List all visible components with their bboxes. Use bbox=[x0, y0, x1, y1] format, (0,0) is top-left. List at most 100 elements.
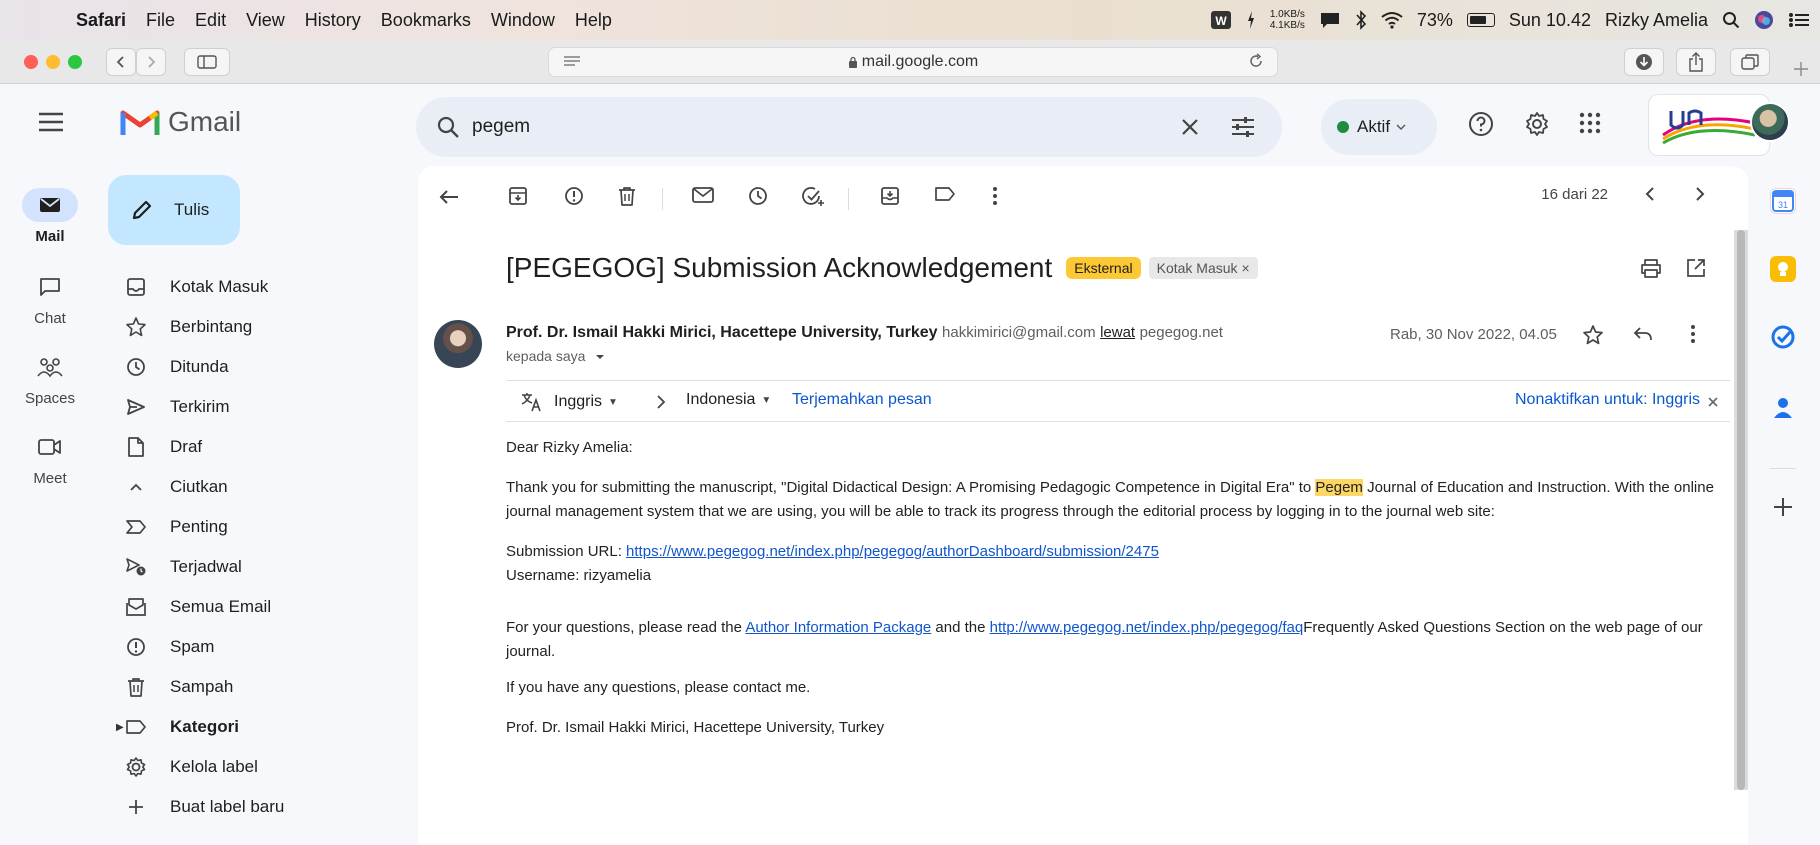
faq-link[interactable]: http://www.pegegog.net/index.php/pegegog… bbox=[990, 619, 1304, 636]
nav-all-mail[interactable]: Semua Email bbox=[124, 590, 271, 624]
calendar-app-icon[interactable]: 31 bbox=[1770, 188, 1796, 214]
menu-history[interactable]: History bbox=[305, 10, 361, 31]
rail-spaces[interactable]: Spaces bbox=[0, 350, 100, 407]
clear-search-icon[interactable] bbox=[1178, 115, 1202, 139]
sender-avatar[interactable] bbox=[434, 320, 482, 368]
window-minimize-button[interactable] bbox=[46, 55, 60, 69]
report-spam-icon[interactable] bbox=[564, 186, 584, 206]
get-addons-icon[interactable] bbox=[1770, 494, 1796, 520]
disable-translate-link[interactable]: Nonaktifkan untuk: Inggris bbox=[1515, 391, 1700, 409]
search-options-icon[interactable] bbox=[1230, 115, 1256, 139]
recipient-line[interactable]: kepada saya bbox=[506, 348, 605, 364]
user-avatar[interactable] bbox=[1750, 102, 1790, 142]
back-arrow-icon[interactable] bbox=[438, 186, 460, 208]
nav-trash[interactable]: Sampah bbox=[124, 670, 233, 704]
scrollbar[interactable] bbox=[1734, 230, 1748, 790]
nav-inbox[interactable]: Kotak Masuk bbox=[124, 270, 268, 304]
status-dropdown[interactable]: Aktif bbox=[1321, 99, 1437, 155]
rail-mail[interactable]: Mail bbox=[0, 188, 100, 245]
gmail-logo[interactable]: Gmail bbox=[120, 106, 241, 138]
open-new-window-icon[interactable] bbox=[1686, 258, 1706, 278]
move-to-icon[interactable] bbox=[880, 186, 900, 206]
newer-chevron-icon[interactable] bbox=[1642, 184, 1658, 204]
rail-meet[interactable]: Meet bbox=[0, 430, 100, 487]
menu-edit[interactable]: Edit bbox=[195, 10, 226, 31]
reader-view-icon[interactable] bbox=[563, 55, 581, 69]
menu-help[interactable]: Help bbox=[575, 10, 612, 31]
snooze-icon[interactable] bbox=[748, 186, 768, 206]
help-icon[interactable] bbox=[1468, 111, 1494, 137]
star-message-icon[interactable] bbox=[1582, 324, 1604, 346]
network-speed[interactable]: 1.0KB/s 4.1KB/s bbox=[1270, 9, 1305, 31]
control-center-icon[interactable] bbox=[1788, 12, 1810, 28]
apps-grid-icon[interactable] bbox=[1578, 111, 1602, 135]
share-button[interactable] bbox=[1676, 48, 1716, 76]
battery-icon[interactable] bbox=[1466, 13, 1495, 27]
submission-url-link[interactable]: https://www.pegegog.net/index.php/pegego… bbox=[626, 543, 1159, 560]
menu-view[interactable]: View bbox=[246, 10, 285, 31]
rail-chat[interactable]: Chat bbox=[0, 270, 100, 327]
menu-file[interactable]: File bbox=[146, 10, 175, 31]
forward-button[interactable] bbox=[136, 48, 166, 76]
close-translate-icon[interactable] bbox=[1708, 397, 1718, 407]
contacts-app-icon[interactable] bbox=[1770, 394, 1796, 420]
sidebar-toggle-button[interactable] bbox=[184, 48, 230, 76]
nav-scheduled[interactable]: Terjadwal bbox=[124, 550, 242, 584]
nav-manage-labels[interactable]: Kelola label bbox=[124, 750, 258, 784]
nav-snoozed[interactable]: Ditunda bbox=[124, 350, 229, 384]
nav-collapse[interactable]: Ciutkan bbox=[124, 470, 228, 504]
window-zoom-button[interactable] bbox=[68, 55, 82, 69]
settings-gear-icon[interactable] bbox=[1524, 111, 1550, 137]
nav-categories[interactable]: Kategori bbox=[124, 710, 239, 744]
archive-icon[interactable] bbox=[508, 186, 528, 206]
inbox-label-chip[interactable]: Kotak Masuk × bbox=[1148, 257, 1258, 279]
menu-window[interactable]: Window bbox=[491, 10, 555, 31]
more-vert-icon[interactable] bbox=[992, 186, 998, 206]
print-icon[interactable] bbox=[1640, 258, 1662, 278]
main-menu-icon[interactable] bbox=[38, 112, 64, 132]
tab-overview-button[interactable] bbox=[1730, 48, 1770, 76]
sender-name[interactable]: Prof. Dr. Ismail Hakki Mirici, Hacettepe… bbox=[506, 324, 938, 341]
downloads-button[interactable] bbox=[1624, 48, 1664, 76]
spotlight-search-icon[interactable] bbox=[1722, 11, 1740, 29]
remove-label-icon[interactable]: × bbox=[1242, 260, 1250, 276]
via-label[interactable]: lewat bbox=[1100, 324, 1135, 341]
app-w-icon[interactable]: W bbox=[1210, 10, 1232, 30]
expand-caret-icon[interactable]: ▶ bbox=[116, 722, 124, 733]
notification-icon[interactable] bbox=[1319, 11, 1341, 29]
add-task-icon[interactable] bbox=[802, 186, 826, 208]
message-more-icon[interactable] bbox=[1690, 324, 1696, 344]
translate-source[interactable]: Inggris ▼ bbox=[520, 391, 618, 413]
battery-percent[interactable]: 73% bbox=[1417, 10, 1453, 31]
scrollbar-thumb[interactable] bbox=[1737, 230, 1745, 790]
delete-icon[interactable] bbox=[618, 186, 636, 206]
menu-app-name[interactable]: Safari bbox=[76, 10, 126, 31]
reply-icon[interactable] bbox=[1632, 324, 1654, 344]
older-chevron-icon[interactable] bbox=[1692, 184, 1708, 204]
nav-drafts[interactable]: Draf bbox=[124, 430, 202, 464]
new-tab-button[interactable] bbox=[1786, 54, 1816, 84]
labels-icon[interactable] bbox=[934, 186, 956, 202]
keep-app-icon[interactable] bbox=[1770, 256, 1796, 282]
search-input[interactable] bbox=[472, 111, 1072, 143]
author-package-link[interactable]: Author Information Package bbox=[745, 619, 931, 636]
menubar-user[interactable]: Rizky Amelia bbox=[1605, 10, 1708, 31]
bluetooth-icon[interactable] bbox=[1355, 10, 1367, 30]
window-close-button[interactable] bbox=[24, 55, 38, 69]
wifi-icon[interactable] bbox=[1381, 11, 1403, 29]
siri-icon[interactable] bbox=[1754, 10, 1774, 30]
menubar-clock[interactable]: Sun 10.42 bbox=[1509, 10, 1591, 31]
mark-unread-icon[interactable] bbox=[692, 186, 714, 204]
compose-button[interactable]: Tulis bbox=[108, 175, 240, 245]
address-bar[interactable]: mail.google.com bbox=[548, 47, 1278, 77]
back-button[interactable] bbox=[106, 48, 136, 76]
translate-target[interactable]: Indonesia ▼ bbox=[686, 391, 771, 409]
menu-bookmarks[interactable]: Bookmarks bbox=[381, 10, 471, 31]
nav-starred[interactable]: Berbintang bbox=[124, 310, 252, 344]
nav-create-label[interactable]: Buat label baru bbox=[124, 790, 284, 824]
tasks-app-icon[interactable] bbox=[1770, 324, 1796, 350]
reload-icon[interactable] bbox=[1247, 52, 1265, 70]
nav-spam[interactable]: Spam bbox=[124, 630, 214, 664]
translate-message-link[interactable]: Terjemahkan pesan bbox=[792, 391, 932, 409]
charging-icon[interactable] bbox=[1246, 10, 1256, 30]
